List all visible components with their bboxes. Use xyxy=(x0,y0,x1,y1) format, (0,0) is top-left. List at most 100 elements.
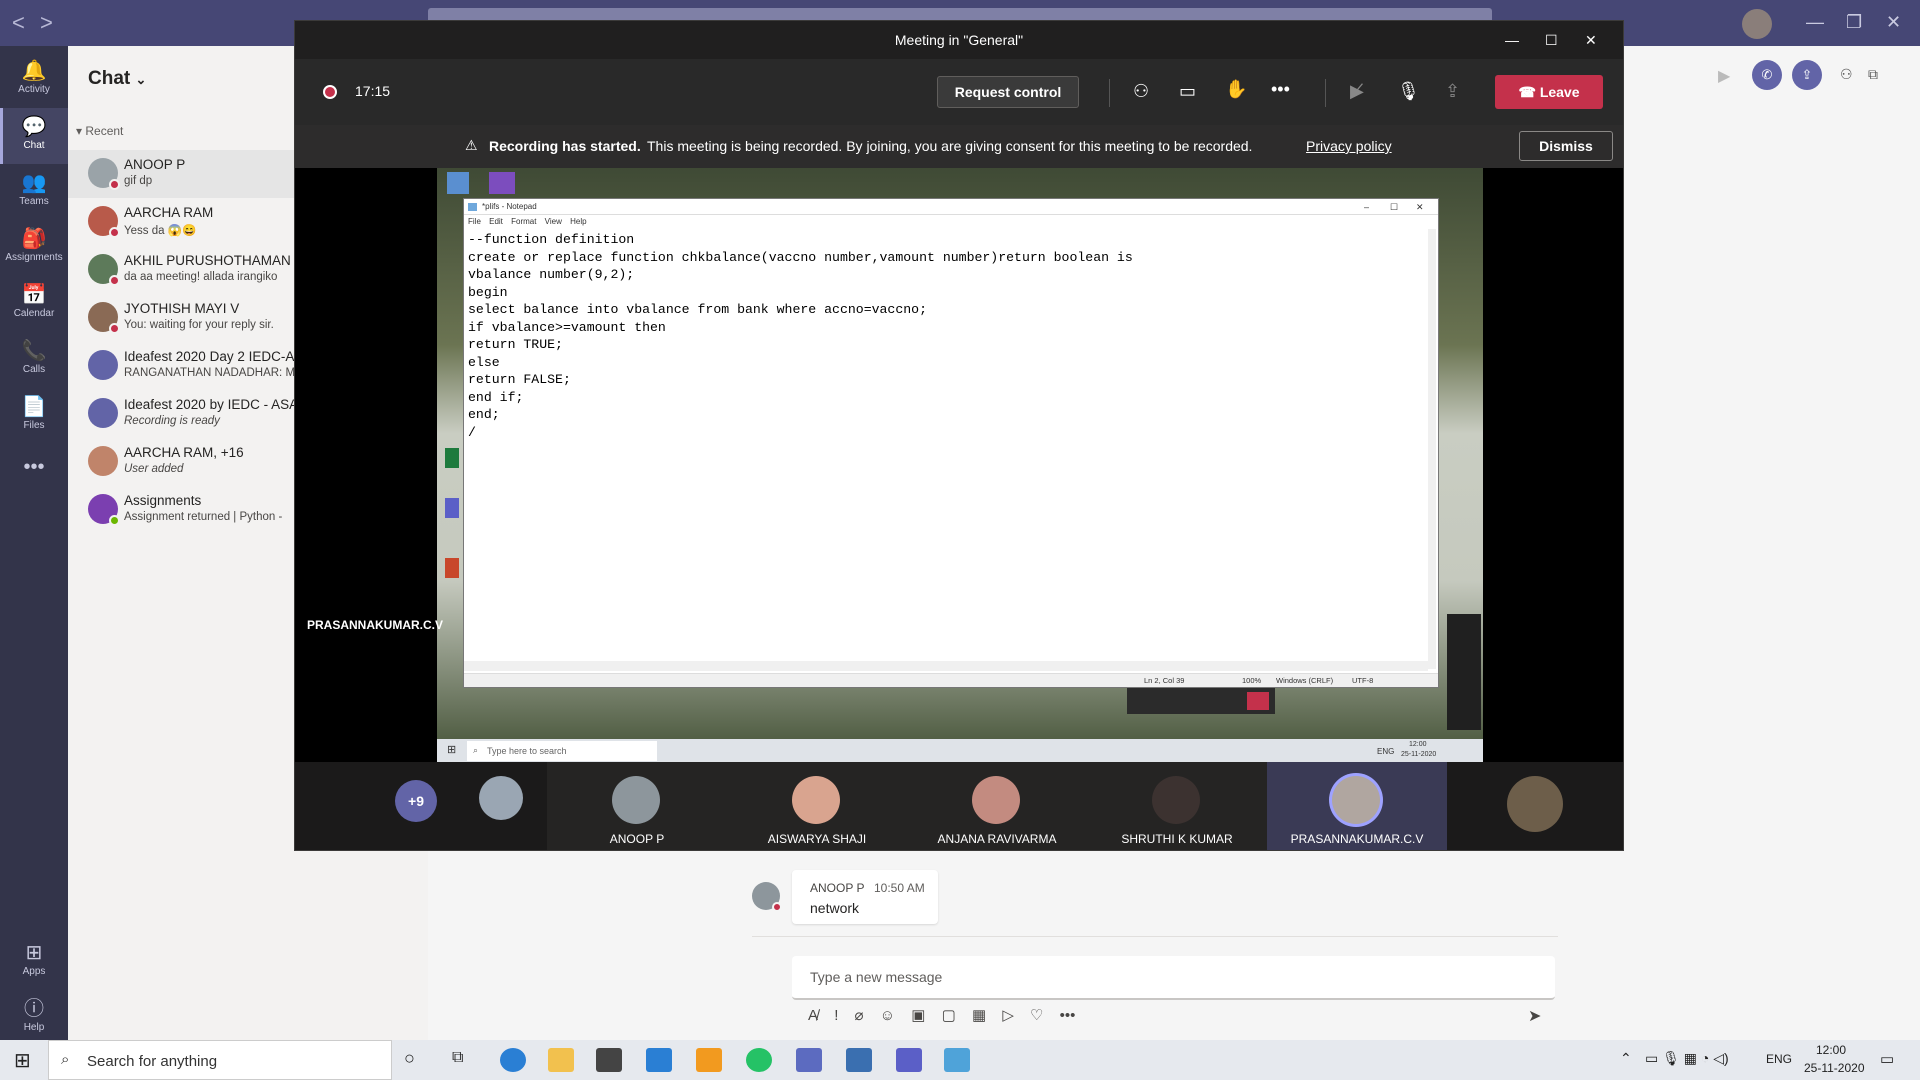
minimize-icon[interactable]: — xyxy=(1806,12,1824,33)
horizontal-scrollbar[interactable] xyxy=(464,661,1428,671)
store-icon[interactable] xyxy=(596,1048,622,1072)
stream-icon[interactable]: ▷ xyxy=(1002,1007,1014,1024)
sticker-icon[interactable]: ▢ xyxy=(942,1007,956,1024)
taskbar-time[interactable]: 12:00 xyxy=(1816,1043,1846,1057)
more-options-icon[interactable]: ••• xyxy=(1060,1007,1076,1024)
close-icon[interactable]: ✕ xyxy=(1886,12,1901,33)
powerpoint-icon xyxy=(445,558,459,578)
avatar xyxy=(88,350,118,380)
compose-box[interactable]: Type a new message xyxy=(792,956,1555,1000)
participants-icon[interactable]: ⚇ xyxy=(1133,81,1149,102)
hang-up-icon: ☎ xyxy=(1518,84,1536,100)
sublime-icon[interactable] xyxy=(696,1048,722,1072)
message-text: network xyxy=(810,900,860,916)
participant-tile[interactable]: ANJANA RAVIVARMA xyxy=(907,762,1087,850)
tray-icons[interactable]: ▭ 🎙 ▦ ◔ ◁) xyxy=(1645,1050,1729,1067)
windows-start-icon[interactable]: ⊞ xyxy=(14,1048,31,1073)
whatsapp-icon[interactable] xyxy=(746,1048,772,1072)
notepad-text-area[interactable]: --function definition create or replace … xyxy=(468,231,1428,651)
rail-activity[interactable]: 🔔 Activity xyxy=(0,52,68,108)
task-view-icon[interactable]: ⧉ xyxy=(452,1049,463,1067)
praise-icon[interactable]: ♡ xyxy=(1030,1007,1043,1024)
rail-files[interactable]: 📄 Files xyxy=(0,388,68,444)
self-video-avatar[interactable] xyxy=(1507,776,1563,832)
notepad-menu[interactable]: File Edit Format View Help xyxy=(468,217,587,226)
participant-tile[interactable]: PRASANNAKUMAR.C.V xyxy=(1267,762,1447,850)
cortana-icon[interactable]: ○ xyxy=(404,1048,415,1069)
taskbar-date[interactable]: 25-11-2020 xyxy=(1804,1061,1865,1075)
overflow-count-button[interactable]: +9 xyxy=(395,780,437,822)
raise-hand-icon[interactable]: ✋ xyxy=(1225,79,1247,100)
back-arrow-icon[interactable]: < xyxy=(12,10,25,36)
message-card[interactable]: ANOOP P 10:50 AM network xyxy=(792,870,938,924)
maximize-icon[interactable]: ☐ xyxy=(1390,199,1398,215)
tray-chevron-icon[interactable]: ⌃ xyxy=(1620,1050,1632,1067)
camera-off-icon[interactable]: ▶̸ xyxy=(1350,81,1364,102)
participant-avatar xyxy=(1332,776,1380,824)
recent-label-text: Recent xyxy=(85,124,124,138)
mini-call-controls xyxy=(1127,688,1275,714)
attach-icon[interactable]: ⌀ xyxy=(855,1007,864,1024)
conversation-icon[interactable]: ▭ xyxy=(1179,81,1196,102)
edge-icon[interactable] xyxy=(500,1048,526,1072)
divider xyxy=(1109,79,1110,107)
notice-text: This meeting is being recorded. By joini… xyxy=(647,138,1253,154)
virtualbox-icon[interactable] xyxy=(846,1048,872,1072)
format-icon[interactable]: A̸ xyxy=(808,1007,818,1024)
important-icon[interactable]: ! xyxy=(834,1007,838,1024)
rail-calls[interactable]: 📞 Calls xyxy=(0,332,68,388)
participant-tile[interactable]: ANOOP P xyxy=(547,762,727,850)
notepad-taskbar-icon[interactable] xyxy=(944,1048,970,1072)
chat-title[interactable]: Chat ⌄ xyxy=(88,68,146,90)
shared-search-placeholder: Type here to search xyxy=(487,746,567,756)
help-icon: ⓘ xyxy=(24,998,44,1020)
participant-tile[interactable]: SHRUTHI K KUMAR xyxy=(1087,762,1267,850)
mail-icon[interactable] xyxy=(646,1048,672,1072)
maximize-icon[interactable]: ☐ xyxy=(1545,21,1558,59)
emoji-icon[interactable]: ☺ xyxy=(880,1007,895,1024)
schedule-icon[interactable]: ▦ xyxy=(972,1007,986,1024)
minimize-icon[interactable]: — xyxy=(1505,21,1519,59)
notepad-menu-bar[interactable]: File Edit Format View Help xyxy=(464,215,1438,229)
rail-assignments[interactable]: 🎒 Assignments xyxy=(0,220,68,276)
share-screen-icon[interactable]: ⇪ xyxy=(1792,60,1822,90)
status-encoding: UTF-8 xyxy=(1352,676,1374,685)
restore-icon[interactable]: ❐ xyxy=(1846,12,1862,33)
participant-avatar xyxy=(1152,776,1200,824)
share-tray-icon[interactable]: ⇪ xyxy=(1445,81,1460,102)
add-people-icon[interactable]: ⚇ xyxy=(1840,66,1853,83)
close-icon[interactable]: ✕ xyxy=(1585,21,1597,59)
minimize-icon[interactable]: – xyxy=(1364,199,1369,215)
message-sender: ANOOP P xyxy=(810,881,865,895)
notifications-icon[interactable]: ▭ xyxy=(1880,1050,1894,1068)
participant-tile[interactable]: AISWARYA SHAJI xyxy=(727,762,907,850)
rail-teams[interactable]: 👥 Teams xyxy=(0,164,68,220)
privacy-policy-link[interactable]: Privacy policy xyxy=(1306,138,1392,154)
video-call-icon[interactable]: ▶ xyxy=(1718,66,1730,86)
rail-calendar[interactable]: 📅 Calendar xyxy=(0,276,68,332)
send-icon[interactable]: ➤ xyxy=(1528,1006,1541,1026)
close-icon[interactable]: ✕ xyxy=(1416,199,1424,215)
taskbar-search-box[interactable]: ⌕ Search for anything xyxy=(48,1040,392,1080)
rail-help[interactable]: ⓘ Help xyxy=(0,990,68,1046)
teams-taskbar-icon[interactable] xyxy=(896,1048,922,1072)
file-explorer-icon[interactable] xyxy=(548,1048,574,1072)
audio-call-icon[interactable]: ✆ xyxy=(1752,60,1782,90)
more-actions-icon[interactable]: ••• xyxy=(1271,79,1290,100)
dismiss-button[interactable]: Dismiss xyxy=(1519,131,1613,161)
rail-apps[interactable]: ⊞ Apps xyxy=(0,934,68,990)
profile-avatar[interactable] xyxy=(1742,9,1772,39)
popout-icon[interactable]: ⧉ xyxy=(1868,66,1878,83)
rail-more[interactable]: ••• xyxy=(0,448,68,484)
rail-chat[interactable]: 💬 Chat xyxy=(0,108,68,164)
status-position: Ln 2, Col 39 xyxy=(1144,676,1185,685)
leave-button[interactable]: ☎ Leave xyxy=(1495,75,1603,109)
vertical-scrollbar[interactable] xyxy=(1428,229,1436,669)
app-icon[interactable] xyxy=(796,1048,822,1072)
gif-icon[interactable]: ▣ xyxy=(911,1007,925,1024)
forward-arrow-icon[interactable]: > xyxy=(40,10,53,36)
participant-avatar[interactable] xyxy=(479,776,523,820)
request-control-button[interactable]: Request control xyxy=(937,76,1079,108)
mic-off-icon[interactable]: 🎙 xyxy=(1397,81,1420,102)
taskbar-lang[interactable]: ENG xyxy=(1766,1052,1792,1066)
